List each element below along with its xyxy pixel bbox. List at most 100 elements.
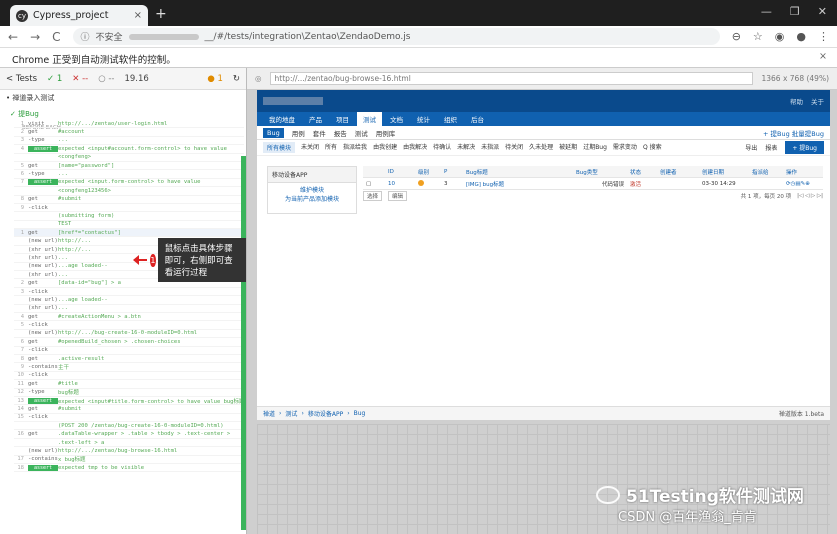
help-link[interactable]: 帮助 — [790, 96, 803, 106]
filter-item[interactable]: 由我解决 — [403, 142, 427, 153]
command-row[interactable]: 7 assert expected <input.form-control> to … — [14, 179, 244, 188]
footer-crumb-2[interactable]: 移动设备APP — [308, 409, 343, 418]
command-row[interactable]: (submitting form) — [14, 212, 244, 221]
table-row[interactable]: ▢ 10 3 [IMG] bug标题 代码错误 激活 03-30 14:29 ⟳… — [363, 178, 823, 190]
filter-item[interactable]: 所有 — [325, 142, 337, 153]
command-row[interactable]: .text-left > a — [14, 439, 244, 448]
nav-item[interactable]: 组织 — [438, 112, 463, 126]
command-row[interactable]: <congfeng123456> — [14, 187, 244, 196]
subnav-bug[interactable]: Bug — [263, 127, 284, 138]
create-bug-button[interactable]: + 提Bug — [785, 141, 824, 154]
maintain-module-link[interactable]: 维护模块 — [272, 186, 352, 195]
back-icon[interactable]: ← — [8, 30, 18, 44]
new-tab-button[interactable]: + — [155, 6, 167, 22]
column-header[interactable]: Bug标题 — [463, 168, 573, 176]
command-row[interactable]: (POST 200 /zentao/bug-create-16-0-module… — [14, 422, 244, 431]
maximize-button[interactable]: ❐ — [790, 5, 800, 18]
command-row[interactable]: 17 -contains x bug标题 — [14, 456, 244, 465]
close-tab-icon[interactable]: × — [134, 10, 142, 21]
filter-item[interactable]: 待关闭 — [505, 142, 523, 153]
filter-item[interactable]: 需求变动 — [613, 142, 637, 153]
command-row[interactable]: <congfeng> — [14, 154, 244, 162]
add-module-link[interactable]: 为当前产品添加模块 — [272, 195, 352, 204]
filter-item[interactable]: 所有模块 — [263, 142, 296, 153]
close-window-button[interactable]: ✕ — [818, 5, 827, 18]
profile-icon[interactable]: ● — [796, 30, 806, 43]
suite-title[interactable]: • 禅道录入测试 — [0, 90, 246, 106]
command-row[interactable]: 9 -contains 主干 — [14, 363, 244, 372]
about-link[interactable]: 关于 — [811, 96, 824, 106]
command-row[interactable]: (new url) ...age loaded-- — [14, 296, 244, 305]
subnav-report[interactable]: 报告 — [334, 128, 347, 138]
column-header[interactable]: 状态 — [627, 168, 657, 176]
nav-item[interactable]: 产品 — [303, 112, 328, 126]
minimize-button[interactable]: — — [761, 5, 772, 18]
command-row[interactable]: (xhr url)... — [14, 305, 244, 313]
footer-crumb-1[interactable]: 测试 — [285, 409, 297, 418]
row-id[interactable]: 10 — [385, 181, 415, 187]
zoom-icon[interactable]: ⊖ — [732, 30, 741, 43]
nav-item[interactable]: 后台 — [465, 112, 490, 126]
report-bug-link[interactable]: + 提Bug — [763, 130, 790, 138]
subnav-caselib[interactable]: 用例库 — [376, 128, 396, 138]
command-row[interactable]: 16 get .dataTable-wrapper > .table > tbody… — [14, 430, 244, 439]
filter-item[interactable]: 被延期 — [559, 142, 577, 153]
export-button[interactable]: 导出 — [745, 143, 757, 152]
nav-item[interactable]: 文档 — [384, 112, 409, 126]
command-row[interactable]: 4 get #createActionMenu > a.btn — [14, 313, 244, 322]
command-row[interactable]: 5 get [name="password"] — [14, 162, 244, 171]
column-header[interactable]: 指派给 — [749, 168, 783, 176]
command-row[interactable]: 18 assert expected tmp to be visible — [14, 464, 244, 473]
close-infobar-icon[interactable]: × — [819, 51, 827, 62]
command-row[interactable]: 6 get #openedBuild_chosen > .chosen-choice… — [14, 338, 244, 347]
subnav-suite[interactable]: 套件 — [313, 128, 326, 138]
subnav-case[interactable]: 用例 — [292, 128, 305, 138]
nav-item[interactable]: 测试 — [357, 112, 382, 126]
command-row[interactable]: 1 visit http://.../zentao/user-login.html — [14, 120, 244, 129]
subnav-test[interactable]: 测试 — [355, 128, 368, 138]
column-header[interactable]: 级别 — [415, 168, 441, 176]
nav-item[interactable]: 统计 — [411, 112, 436, 126]
star-icon[interactable]: ☆ — [753, 30, 763, 43]
filter-item[interactable]: 过期Bug — [583, 142, 607, 153]
browser-tab[interactable]: cy Cypress_project × — [10, 5, 148, 26]
command-row[interactable]: 3 -click — [14, 288, 244, 297]
command-row[interactable]: 10 -click — [14, 372, 244, 381]
nav-item[interactable]: 我的地盘 — [263, 112, 301, 126]
rerun-icon[interactable]: ↻ — [233, 74, 240, 84]
filter-item[interactable]: 未关闭 — [301, 142, 319, 153]
command-row[interactable]: 6 -type... — [14, 170, 244, 179]
filter-item[interactable]: 由我创建 — [373, 142, 397, 153]
column-header[interactable]: Bug类型 — [573, 168, 627, 176]
command-row[interactable]: 14 get #submit — [14, 405, 244, 414]
column-header[interactable]: 创建日期 — [699, 168, 749, 176]
command-row[interactable]: 8 get #submit — [14, 196, 244, 204]
footer-crumb-0[interactable]: 禅道 — [263, 409, 275, 418]
command-row[interactable]: (new url) http://.../bug-create-16-0-modu… — [14, 330, 244, 339]
reload-icon[interactable]: C — [52, 30, 60, 44]
forward-icon[interactable]: → — [30, 30, 40, 44]
select-all-checkbox[interactable]: 选择 — [363, 191, 383, 201]
filter-item[interactable]: 久未处理 — [529, 142, 553, 153]
row-actions[interactable]: ⟳◷▤✎⊕ — [783, 181, 823, 187]
command-row[interactable]: 7 -click — [14, 347, 244, 355]
command-row[interactable]: TEST — [14, 221, 244, 230]
nav-item[interactable]: 项目 — [330, 112, 355, 126]
column-header[interactable]: 创建者 — [657, 168, 699, 176]
command-row[interactable]: 5 -click — [14, 321, 244, 330]
row-title[interactable]: [IMG] bug标题 — [463, 180, 573, 188]
command-row[interactable]: 9 -click — [14, 204, 244, 213]
tests-button[interactable]: < Tests — [6, 74, 37, 84]
command-row[interactable]: 13 assert expected <input#title.form-contr… — [14, 397, 244, 406]
filter-item[interactable]: 指派给我 — [343, 142, 367, 153]
batch-bug-link[interactable]: 批量提Bug — [792, 130, 824, 138]
column-header[interactable]: 操作 — [783, 168, 823, 176]
column-header[interactable]: ID — [385, 169, 415, 175]
command-row[interactable]: 1 get [href*="contactus"] — [14, 229, 244, 238]
command-row[interactable]: 2 get #account — [14, 128, 244, 137]
extension-icon[interactable]: ◉ — [775, 30, 785, 43]
pager-arrows[interactable]: |◁ ◁ ▷ ▷| — [797, 193, 823, 199]
report-button[interactable]: 报表 — [765, 143, 777, 152]
command-row[interactable]: 4 assert expected <input#account.form-cont… — [14, 145, 244, 154]
command-row[interactable]: 3 -type... — [14, 137, 244, 146]
